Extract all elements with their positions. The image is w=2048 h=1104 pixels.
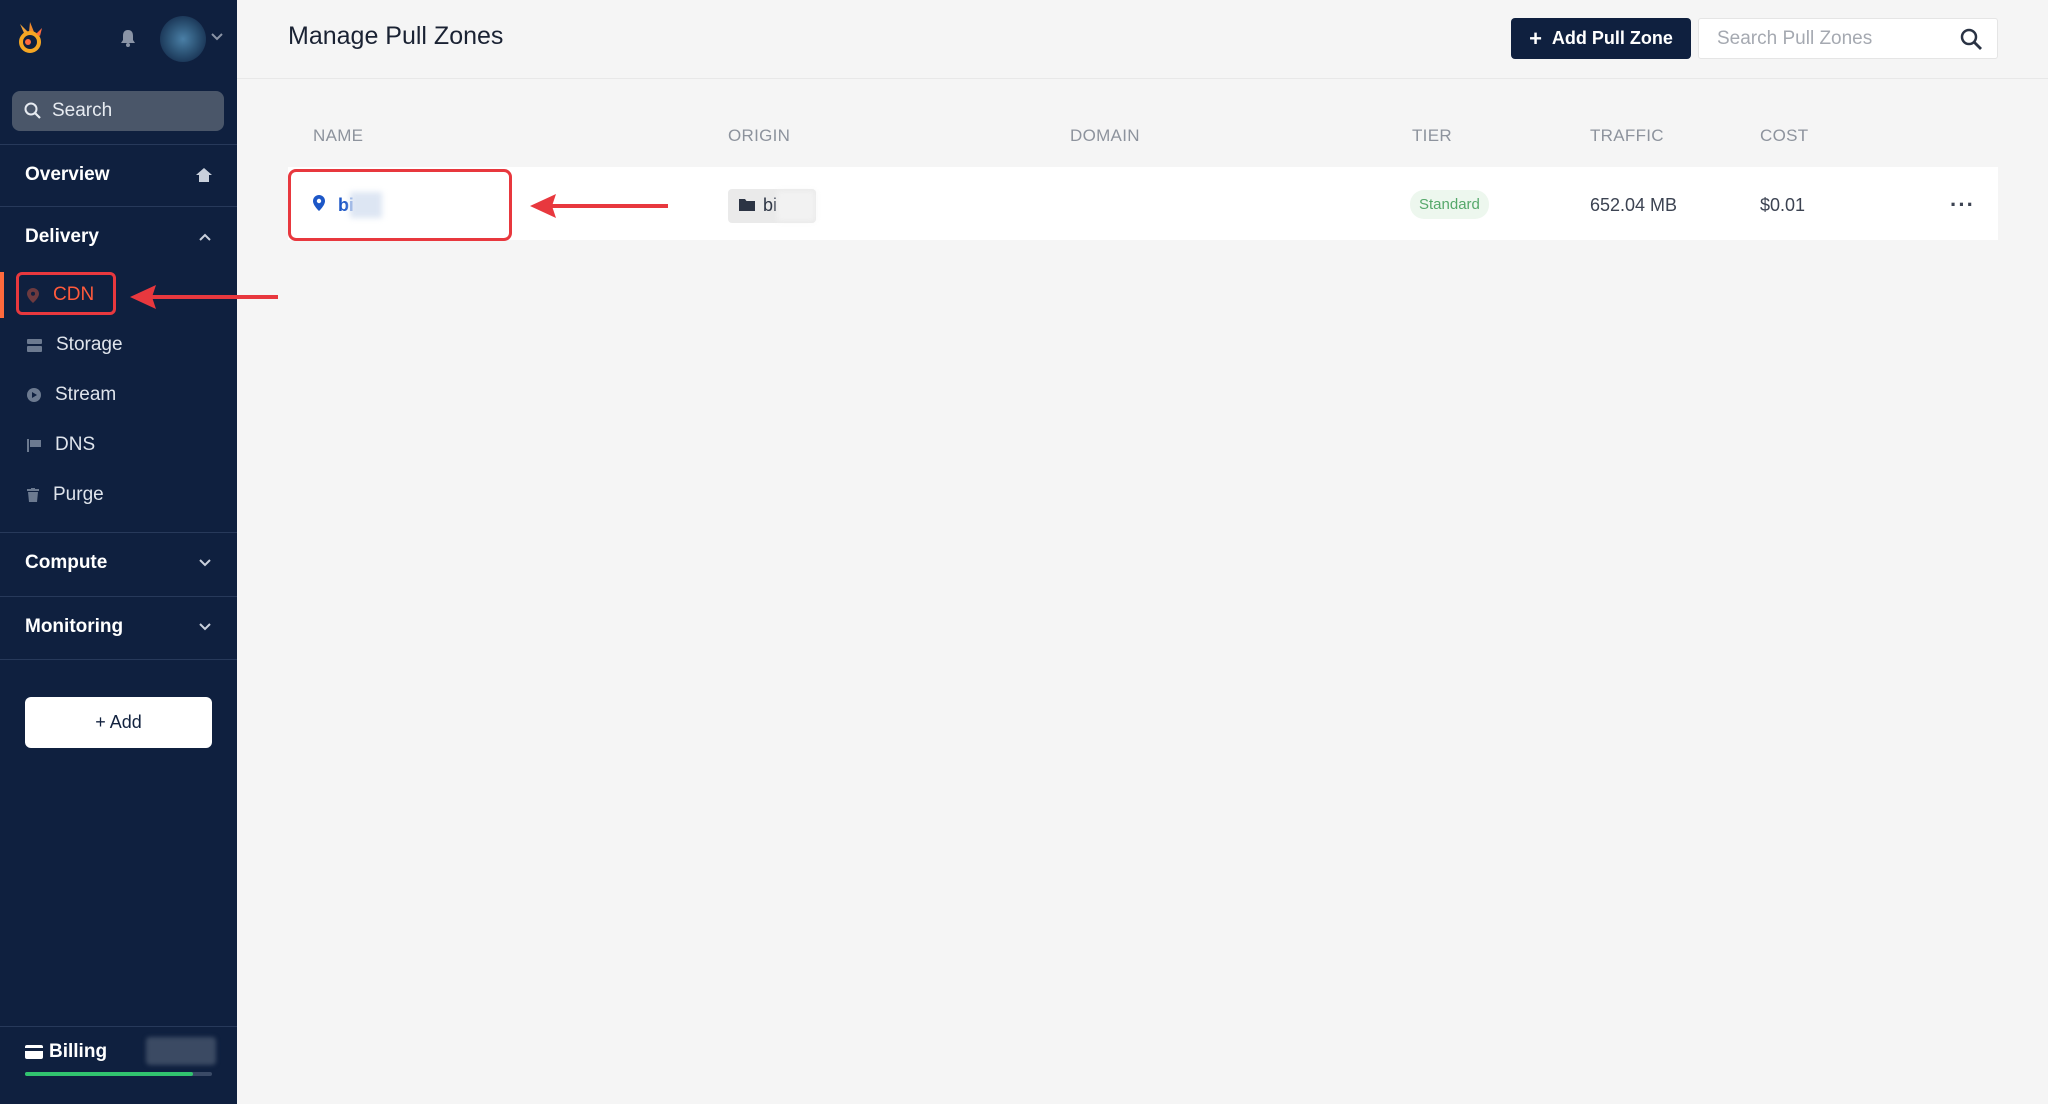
cost-value: $0.01 — [1760, 195, 1806, 215]
chevron-down-icon — [199, 623, 211, 631]
nav-delivery[interactable]: Delivery — [0, 207, 237, 267]
tier-badge: Standard — [1410, 190, 1489, 219]
sidebar-item-storage[interactable]: Storage — [0, 323, 237, 367]
page-title: Manage Pull Zones — [288, 22, 504, 50]
annotation-arrow — [130, 285, 278, 309]
bunny-logo-icon[interactable] — [14, 20, 48, 56]
divider — [0, 659, 237, 660]
sidebar-item-label: Stream — [55, 384, 117, 405]
billing-progress-bar — [25, 1072, 212, 1076]
annotation-arrow — [530, 194, 668, 218]
chevron-up-icon — [199, 233, 211, 241]
chevron-down-icon[interactable] — [210, 30, 224, 44]
billing-section[interactable]: Billing — [0, 1026, 237, 1082]
billing-progress-fill — [25, 1072, 194, 1076]
column-header-name[interactable]: NAME — [313, 126, 363, 146]
sidebar-item-dns[interactable]: DNS — [0, 423, 237, 467]
page-header: Manage Pull Zones + Add Pull Zone — [237, 0, 2048, 79]
delivery-label: Delivery — [25, 226, 99, 247]
nav-compute[interactable]: Compute — [0, 533, 237, 593]
column-header-traffic[interactable]: TRAFFIC — [1590, 126, 1664, 146]
plus-icon: + — [1529, 25, 1542, 51]
sidebar-item-stream[interactable]: Stream — [0, 373, 237, 417]
add-button[interactable]: + Add — [25, 697, 212, 748]
more-options-icon[interactable]: ··· — [1950, 192, 1975, 218]
column-header-cost[interactable]: COST — [1760, 126, 1808, 146]
add-pull-zone-label: Add Pull Zone — [1551, 28, 1673, 48]
nav-monitoring[interactable]: Monitoring — [0, 597, 237, 657]
home-icon — [196, 168, 212, 182]
nav-overview[interactable]: Overview — [0, 145, 237, 205]
traffic-value: 652.04 MB — [1590, 195, 1678, 215]
monitoring-label: Monitoring — [25, 616, 124, 637]
folder-icon — [739, 199, 755, 211]
sidebar-item-purge[interactable]: Purge — [0, 473, 237, 517]
billing-balance-redacted — [146, 1037, 216, 1065]
redacted-origin — [777, 191, 815, 221]
sidebar-item-label: Storage — [56, 334, 123, 355]
column-header-domain[interactable]: DOMAIN — [1070, 126, 1140, 146]
chevron-down-icon — [199, 559, 211, 567]
search-icon — [24, 102, 41, 119]
search-label: Search — [52, 100, 113, 121]
search-icon[interactable] — [1959, 27, 1983, 51]
play-icon — [27, 388, 41, 402]
trash-icon — [27, 488, 39, 502]
sidebar: Search Overview Delivery CDN Storage Str… — [0, 0, 237, 1104]
storage-icon — [27, 338, 42, 352]
sidebar-item-label: Purge — [53, 484, 104, 505]
bell-icon[interactable] — [118, 28, 138, 48]
column-header-tier[interactable]: TIER — [1412, 126, 1452, 146]
column-header-origin[interactable]: ORIGIN — [728, 126, 790, 146]
add-pull-zone-button[interactable]: + Add Pull Zone — [1511, 18, 1691, 59]
search-pull-zones — [1698, 18, 1998, 59]
origin-value: bi — [763, 195, 778, 215]
overview-label: Overview — [25, 164, 110, 185]
sidebar-header — [0, 0, 237, 80]
credit-card-icon — [25, 1045, 43, 1059]
flag-icon — [27, 438, 41, 452]
compute-label: Compute — [25, 552, 108, 573]
billing-label: Billing — [49, 1041, 108, 1062]
sidebar-search[interactable]: Search — [12, 91, 224, 131]
annotation-highlight-cdn — [16, 272, 116, 315]
annotation-highlight-name — [288, 169, 512, 241]
search-input[interactable] — [1717, 28, 1947, 50]
sidebar-item-label: DNS — [55, 434, 96, 455]
avatar[interactable] — [160, 16, 206, 62]
